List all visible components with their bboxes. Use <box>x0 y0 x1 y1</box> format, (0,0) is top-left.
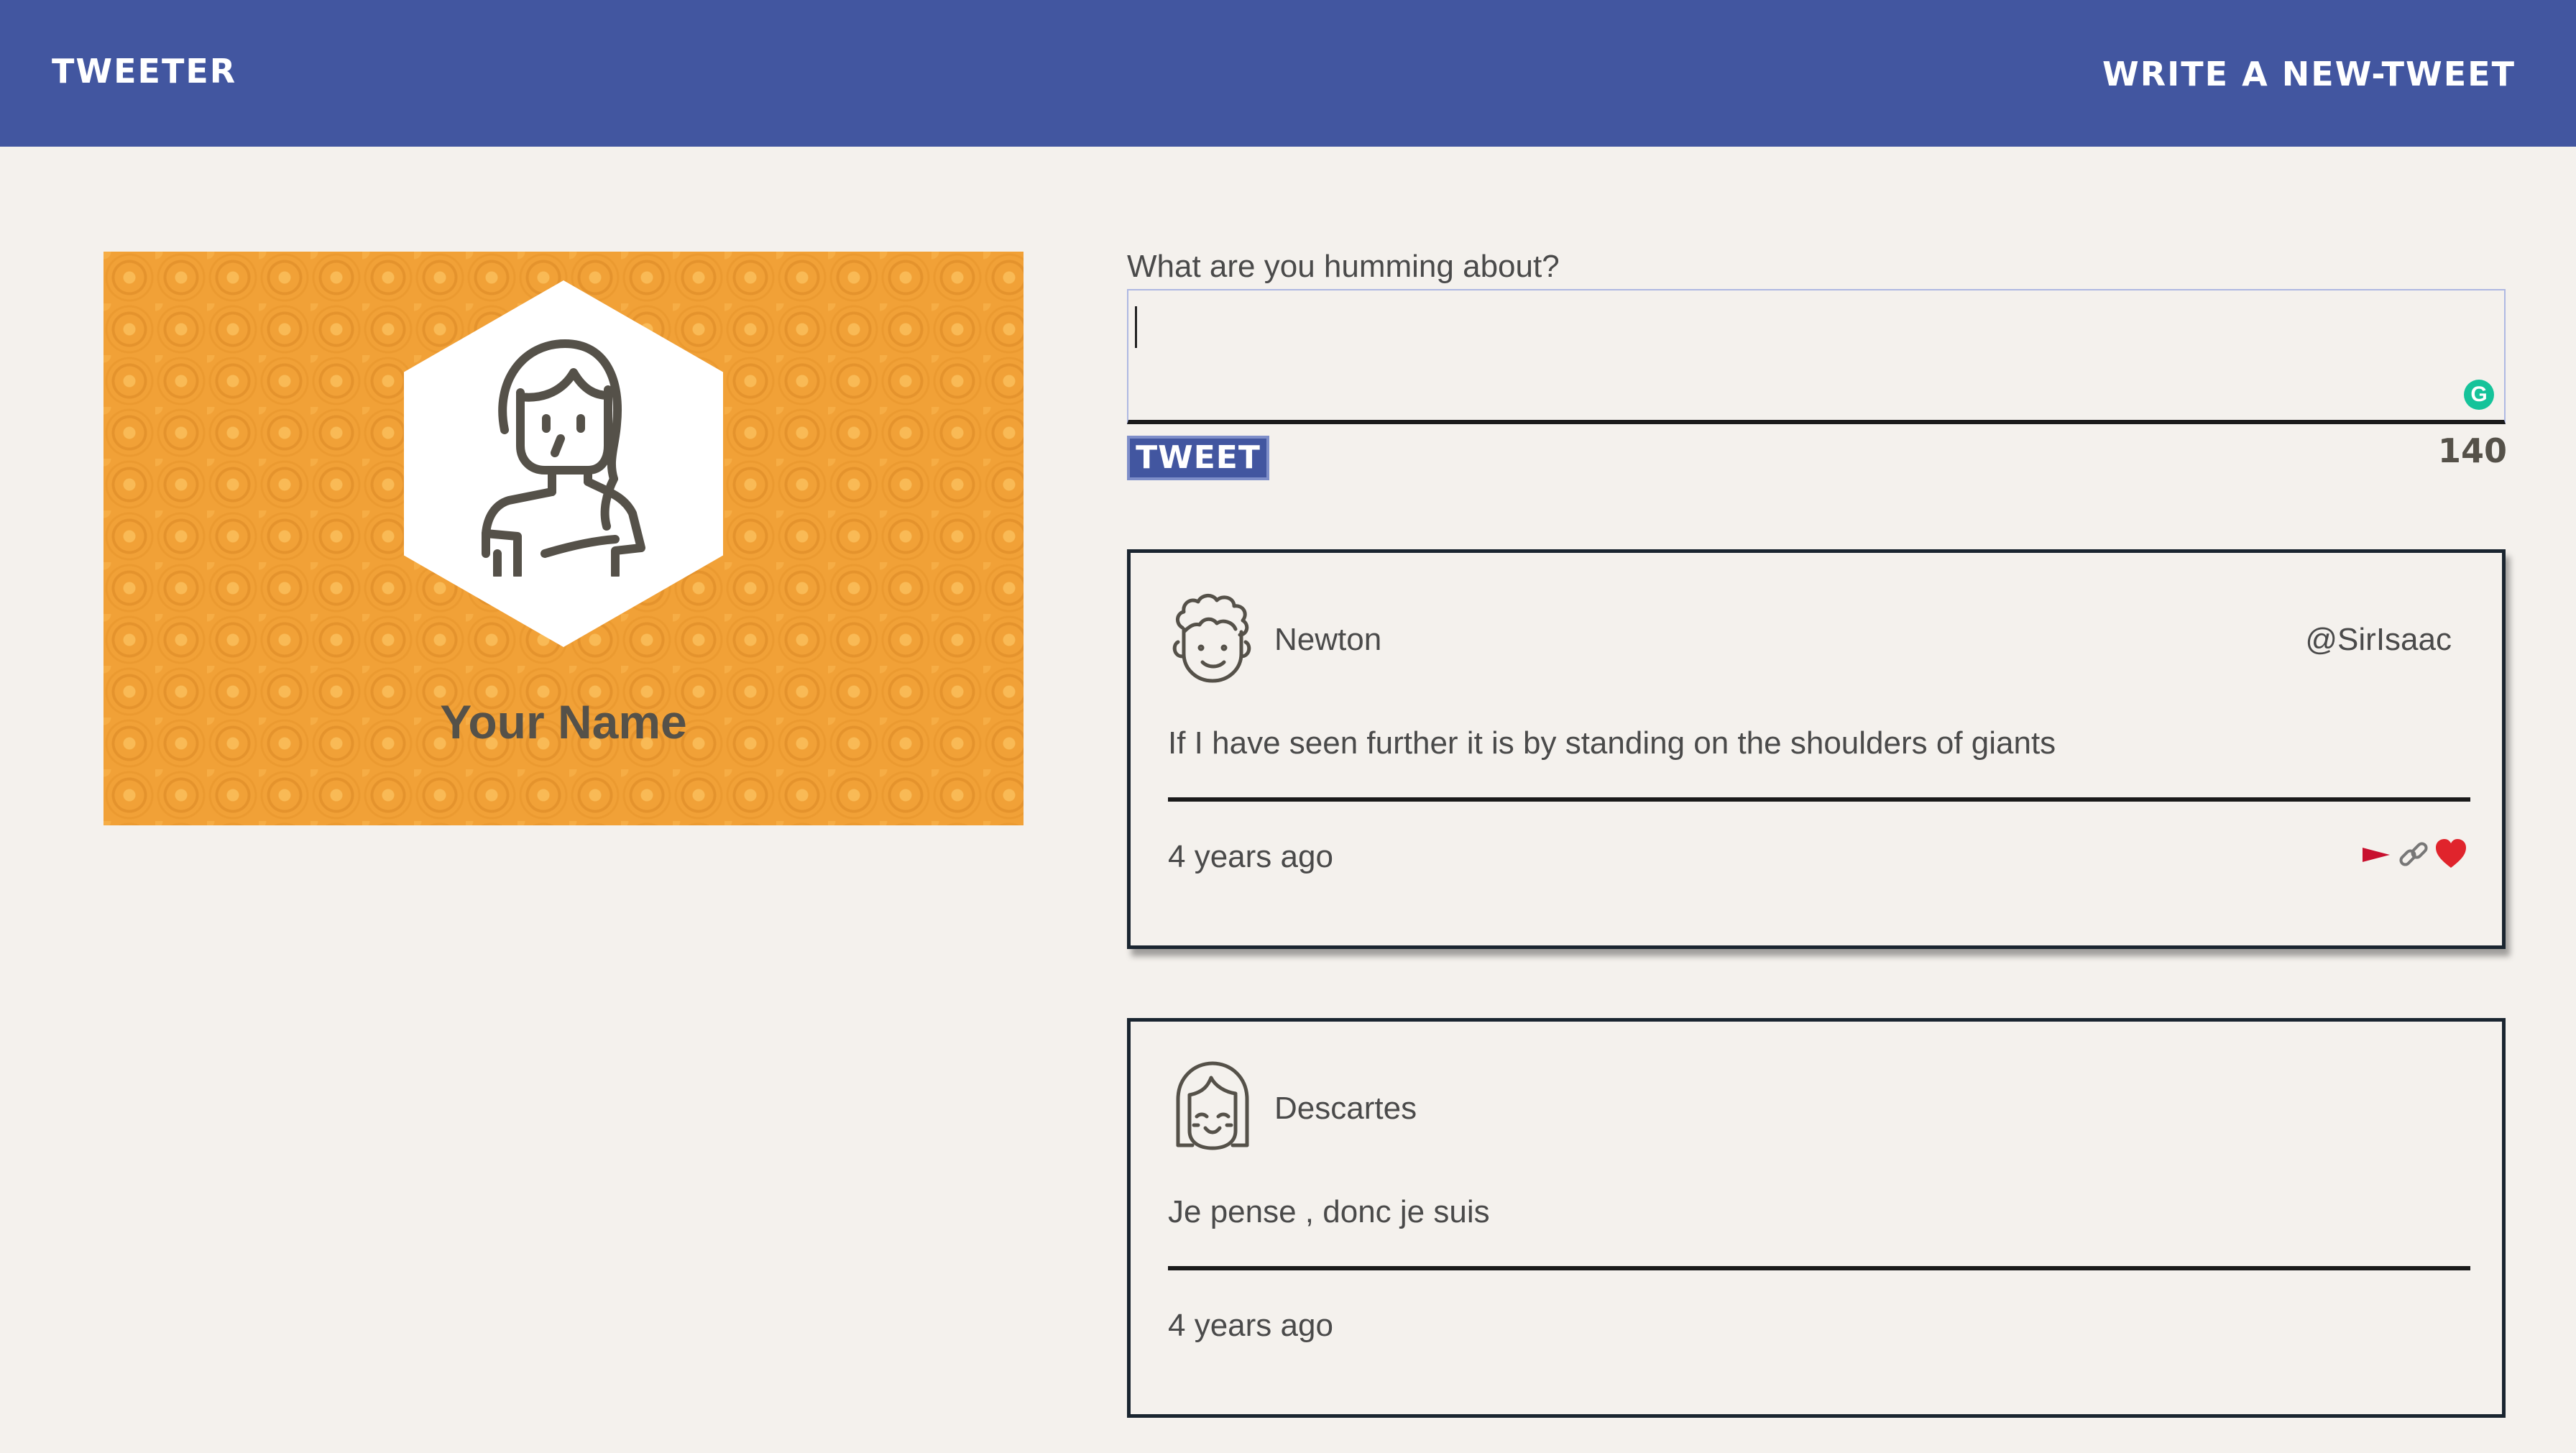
tweet-text: If I have seen further it is by standing… <box>1168 725 2056 761</box>
tweet-divider <box>1168 797 2470 802</box>
compose-label: What are you humming about? <box>1127 249 1560 284</box>
write-new-tweet-link[interactable]: WRITE A NEW-TWEET <box>2102 55 2516 93</box>
heart-icon[interactable] <box>2434 838 2467 871</box>
top-navbar: TWEETER WRITE A NEW-TWEET <box>0 0 2576 147</box>
character-counter: 140 <box>2437 431 2507 470</box>
retweet-link-icon[interactable] <box>2397 838 2430 871</box>
tweet-actions <box>2360 838 2467 871</box>
flag-icon[interactable] <box>2360 838 2393 871</box>
tweet-author-handle[interactable]: @SirIsaac <box>2305 622 2452 658</box>
text-caret <box>1135 306 1137 348</box>
tweet-author-name[interactable]: Newton <box>1274 622 1381 658</box>
avatar-hexagon <box>404 280 723 647</box>
tweet-divider <box>1168 1266 2470 1270</box>
bob-hair-face-icon <box>1176 1061 1249 1150</box>
tweet-button[interactable]: TWEET <box>1127 436 1269 480</box>
profile-card: Your Name <box>104 252 1024 825</box>
tweet-card: Descartes Je pense , donc je suis 4 year… <box>1127 1018 2506 1418</box>
profile-name: Your Name <box>440 695 687 748</box>
tweet-timestamp: 4 years ago <box>1168 1308 1333 1343</box>
tweet-author-name[interactable]: Descartes <box>1274 1091 1417 1127</box>
tweet-text: Je pense , donc je suis <box>1168 1194 1490 1229</box>
woman-avatar-icon <box>482 339 645 577</box>
app-brand[interactable]: TWEETER <box>52 52 236 91</box>
grammarly-icon[interactable]: G <box>2464 380 2494 410</box>
tweet-timestamp: 4 years ago <box>1168 839 1333 874</box>
tweet-compose-input[interactable] <box>1127 289 2506 424</box>
curly-hair-face-icon <box>1172 594 1251 683</box>
tweet-card: Newton @SirIsaac If I have seen further … <box>1127 549 2506 949</box>
